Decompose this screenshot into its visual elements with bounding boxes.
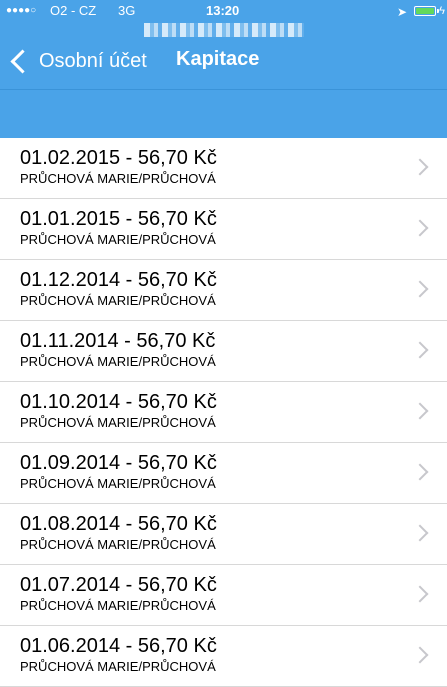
list-item-title: 01.11.2014 - 56,70 Kč (20, 330, 216, 352)
list-item-subtitle: PRŮCHOVÁ MARIE/PRŮCHOVÁ (20, 537, 216, 552)
list-item[interactable]: 01.09.2014 - 56,70 Kč PRŮCHOVÁ MARIE/PRŮ… (0, 443, 447, 504)
list-item-title: 01.06.2014 - 56,70 Kč (20, 635, 217, 657)
status-bar: ●●●●○ O2 - CZ 3G 13:20 ➤ ϟ (0, 0, 447, 22)
list-item-subtitle: PRŮCHOVÁ MARIE/PRŮCHOVÁ (20, 598, 216, 613)
list-item[interactable]: 01.11.2014 - 56,70 Kč PRŮCHOVÁ MARIE/PRŮ… (0, 321, 447, 382)
charging-bolt-icon: ϟ (439, 5, 445, 17)
navigation-header: ●●●●○ O2 - CZ 3G 13:20 ➤ ϟ Osobní účet K… (0, 0, 447, 89)
list-item-title: 01.12.2014 - 56,70 Kč (20, 269, 217, 291)
chevron-left-icon (10, 48, 35, 74)
list-item-title: 01.07.2014 - 56,70 Kč (20, 574, 217, 596)
back-button-label: Osobní účet (39, 49, 147, 72)
list-item-title: 01.10.2014 - 56,70 Kč (20, 391, 217, 413)
list-item-subtitle: PRŮCHOVÁ MARIE/PRŮCHOVÁ (20, 171, 216, 186)
battery-icon (414, 6, 439, 16)
capitation-list: 01.02.2015 - 56,70 Kč PRŮCHOVÁ MARIE/PRŮ… (0, 138, 447, 687)
list-item-subtitle: PRŮCHOVÁ MARIE/PRŮCHOVÁ (20, 354, 216, 369)
list-item-title: 01.02.2015 - 56,70 Kč (20, 147, 217, 169)
list-item-title: 01.09.2014 - 56,70 Kč (20, 452, 217, 474)
redacted-text (144, 23, 304, 37)
page-title: Kapitace (176, 48, 260, 70)
list-item[interactable]: 01.06.2014 - 56,70 Kč PRŮCHOVÁ MARIE/PRŮ… (0, 626, 447, 687)
status-time: 13:20 (206, 3, 240, 18)
list-item-title: 01.08.2014 - 56,70 Kč (20, 513, 217, 535)
list-item[interactable]: 01.07.2014 - 56,70 Kč PRŮCHOVÁ MARIE/PRŮ… (0, 565, 447, 626)
list-item-subtitle: PRŮCHOVÁ MARIE/PRŮCHOVÁ (20, 232, 216, 247)
list-item-subtitle: PRŮCHOVÁ MARIE/PRŮCHOVÁ (20, 415, 216, 430)
location-arrow-icon: ➤ (396, 5, 407, 19)
list-item-subtitle: PRŮCHOVÁ MARIE/PRŮCHOVÁ (20, 293, 216, 308)
list-item-subtitle: PRŮCHOVÁ MARIE/PRŮCHOVÁ (20, 476, 216, 491)
back-button[interactable]: Osobní účet (8, 46, 147, 76)
signal-strength-icon: ●●●●○ (6, 5, 37, 16)
sub-header-bar (0, 89, 447, 138)
list-item[interactable]: 01.10.2014 - 56,70 Kč PRŮCHOVÁ MARIE/PRŮ… (0, 382, 447, 443)
list-item-title: 01.01.2015 - 56,70 Kč (20, 208, 217, 230)
network-type: 3G (118, 3, 136, 18)
list-item[interactable]: 01.08.2014 - 56,70 Kč PRŮCHOVÁ MARIE/PRŮ… (0, 504, 447, 565)
list-item[interactable]: 01.01.2015 - 56,70 Kč PRŮCHOVÁ MARIE/PRŮ… (0, 199, 447, 260)
nav-row: Osobní účet Kapitace (0, 38, 447, 84)
list-item-subtitle: PRŮCHOVÁ MARIE/PRŮCHOVÁ (20, 659, 216, 674)
list-item[interactable]: 01.12.2014 - 56,70 Kč PRŮCHOVÁ MARIE/PRŮ… (0, 260, 447, 321)
carrier-name: O2 - CZ (50, 3, 97, 18)
list-item[interactable]: 01.02.2015 - 56,70 Kč PRŮCHOVÁ MARIE/PRŮ… (0, 138, 447, 199)
